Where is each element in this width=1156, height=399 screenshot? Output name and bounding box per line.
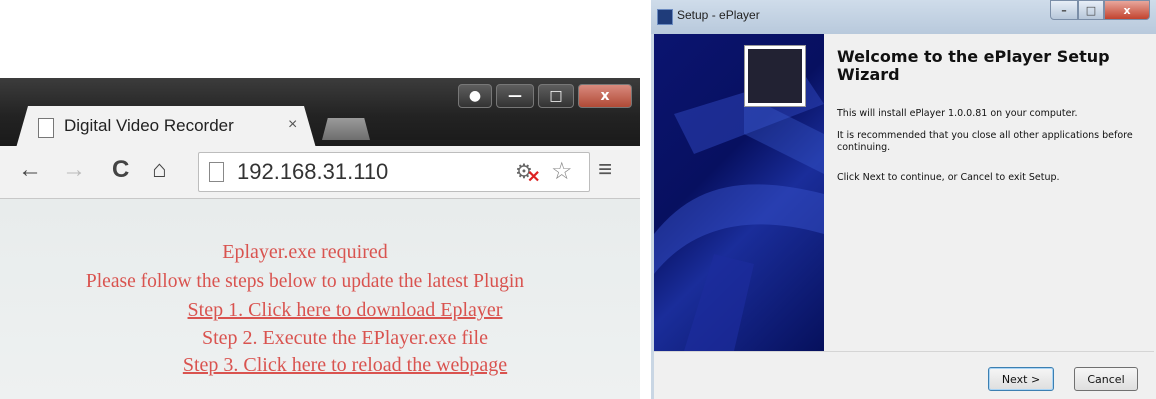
requirement-text: Eplayer.exe required — [222, 241, 388, 263]
home-icon[interactable]: ⌂ — [152, 156, 167, 184]
back-arrow-icon[interactable]: ← — [18, 156, 42, 184]
title-bar[interactable]: Setup - ePlayer – □ x — [651, 0, 1156, 34]
reload-icon[interactable]: C — [112, 156, 129, 184]
menu-icon[interactable]: ≡ — [598, 156, 612, 184]
browser-tab[interactable]: Digital Video Recorder × — [16, 106, 316, 148]
recommendation-text: It is recommended that you close all oth… — [837, 130, 1133, 153]
wizard-heading: Welcome to the ePlayer Setup Wizard — [837, 47, 1110, 84]
cancel-button[interactable]: Cancel — [1074, 367, 1138, 391]
install-info-text: This will install ePlayer 1.0.0.81 on yo… — [837, 108, 1078, 119]
url-text[interactable]: 192.168.31.110 — [237, 159, 388, 185]
browser-window: ● — □ x Digital Video Recorder × ← → C ⌂… — [0, 78, 640, 399]
setup-window-controls: – □ x — [1050, 0, 1150, 20]
continue-instruction-text: Click Next to continue, or Cancel to exi… — [837, 172, 1060, 183]
maximize-button[interactable]: □ — [538, 84, 574, 108]
address-bar[interactable]: 192.168.31.110 ⚙ ✕ ☆ — [198, 152, 590, 192]
page-icon — [38, 118, 54, 138]
execute-step-text: Step 2. Execute the EPlayer.exe file — [201, 327, 488, 349]
bookmark-star-icon[interactable]: ☆ — [551, 157, 573, 186]
page-icon — [209, 162, 224, 182]
browser-window-controls: ● — □ x — [454, 84, 632, 108]
reload-link[interactable]: Step 3. Click here to reload the webpage — [40, 354, 650, 377]
window-title: Setup - ePlayer — [677, 8, 760, 22]
forward-arrow-icon[interactable]: → — [62, 156, 86, 184]
close-button[interactable]: x — [1104, 0, 1150, 20]
page-content: Eplayer.exe required Please follow the s… — [0, 199, 640, 399]
minimize-button[interactable]: — — [496, 84, 534, 108]
new-tab-button[interactable] — [322, 118, 370, 140]
setup-logo-icon — [745, 46, 805, 106]
next-button[interactable]: Next > — [988, 367, 1054, 391]
setup-window: Setup - ePlayer – □ x Welcome to the ePl… — [651, 0, 1156, 399]
browser-toolbar: ← → C ⌂ 192.168.31.110 ⚙ ✕ ☆ ≡ — [0, 146, 640, 199]
tab-title: Digital Video Recorder — [64, 116, 234, 135]
instruction-text: Please follow the steps below to update … — [85, 271, 525, 292]
user-profile-icon[interactable]: ● — [458, 84, 492, 108]
blocked-x-icon: ✕ — [527, 169, 541, 186]
minimize-button[interactable]: – — [1050, 0, 1078, 20]
tab-close-icon[interactable]: × — [288, 116, 297, 134]
close-button[interactable]: x — [578, 84, 632, 108]
wizard-footer: Next > Cancel — [654, 351, 1154, 398]
download-link[interactable]: Step 1. Click here to download Eplayer — [40, 299, 650, 322]
maximize-button[interactable]: □ — [1078, 0, 1104, 20]
setup-app-icon — [657, 9, 673, 25]
